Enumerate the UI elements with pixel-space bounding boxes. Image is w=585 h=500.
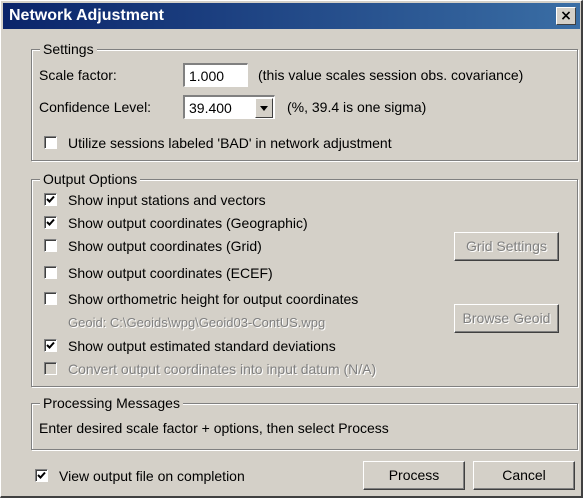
option-label: Show output coordinates (Grid) [68, 238, 262, 254]
output-options-group-title: Output Options [40, 171, 141, 187]
option-label: Show output coordinates (ECEF) [68, 265, 273, 281]
checkbox-box[interactable] [35, 469, 48, 482]
processing-messages-group: Processing Messages Enter desired scale … [31, 395, 578, 450]
checkbox-box[interactable] [44, 339, 57, 352]
option-ecef[interactable]: Show output coordinates (ECEF) [44, 264, 424, 284]
network-adjustment-dialog: Network Adjustment × Settings Scale fact… [0, 0, 583, 498]
option-label: Show output coordinates (Geographic) [68, 215, 308, 231]
option-geographic[interactable]: Show output coordinates (Geographic) [44, 214, 444, 234]
geoid-path: Geoid: C:\Geoids\wpg\Geoid03-ContUS.wpg [68, 315, 326, 330]
output-options-group: Output Options Show input stations and v… [31, 171, 578, 387]
checkmark-icon [37, 471, 46, 479]
chevron-down-icon[interactable] [255, 98, 273, 118]
processing-messages-title: Processing Messages [40, 395, 183, 411]
dialog-title: Network Adjustment [9, 7, 164, 24]
processing-message-text: Enter desired scale factor + options, th… [39, 420, 389, 436]
process-button[interactable]: Process [363, 461, 465, 490]
checkmark-icon [46, 341, 55, 349]
close-icon: × [560, 8, 572, 24]
checkmark-icon [46, 218, 55, 226]
confidence-level-note: (%, 39.4 is one sigma) [287, 99, 427, 115]
option-label: Convert output coordinates into input da… [68, 361, 377, 377]
close-button[interactable]: × [556, 7, 576, 25]
scale-factor-label: Scale factor: [39, 67, 117, 83]
view-output-checkbox[interactable]: View output file on completion [35, 467, 295, 487]
option-std-devs[interactable]: Show output estimated standard deviation… [44, 337, 444, 357]
title-bar[interactable]: Network Adjustment × [3, 3, 580, 29]
view-output-label: View output file on completion [59, 468, 245, 484]
option-label: Show output estimated standard deviation… [68, 338, 336, 354]
option-orthometric[interactable]: Show orthometric height for output coord… [44, 290, 444, 310]
checkbox-box[interactable] [44, 193, 57, 206]
confidence-level-label: Confidence Level: [39, 99, 152, 115]
checkmark-icon [46, 195, 55, 203]
settings-group: Settings Scale factor: 1.000 (this value… [31, 41, 578, 161]
browse-geoid-button[interactable]: Browse Geoid [454, 304, 559, 333]
checkbox-box [44, 362, 57, 375]
confidence-level-select[interactable]: 39.400 [183, 95, 275, 119]
settings-group-title: Settings [40, 41, 97, 57]
checkbox-box[interactable] [44, 136, 57, 149]
scale-factor-note: (this value scales session obs. covarian… [258, 67, 524, 83]
checkbox-box[interactable] [44, 216, 57, 229]
scale-factor-input[interactable]: 1.000 [183, 63, 248, 87]
option-label: Show input stations and vectors [68, 192, 266, 208]
checkbox-box[interactable] [44, 266, 57, 279]
utilize-bad-checkbox[interactable]: Utilize sessions labeled 'BAD' in networ… [44, 134, 444, 154]
cancel-button[interactable]: Cancel [473, 461, 575, 490]
checkbox-box[interactable] [44, 239, 57, 252]
checkbox-box[interactable] [44, 292, 57, 305]
option-grid[interactable]: Show output coordinates (Grid) [44, 237, 424, 257]
option-label: Show orthometric height for output coord… [68, 291, 359, 307]
confidence-level-value: 39.400 [189, 100, 232, 116]
option-convert-datum: Convert output coordinates into input da… [44, 360, 464, 380]
option-input-stations[interactable]: Show input stations and vectors [44, 191, 444, 211]
grid-settings-button[interactable]: Grid Settings [454, 232, 559, 261]
utilize-bad-label: Utilize sessions labeled 'BAD' in networ… [68, 135, 392, 151]
